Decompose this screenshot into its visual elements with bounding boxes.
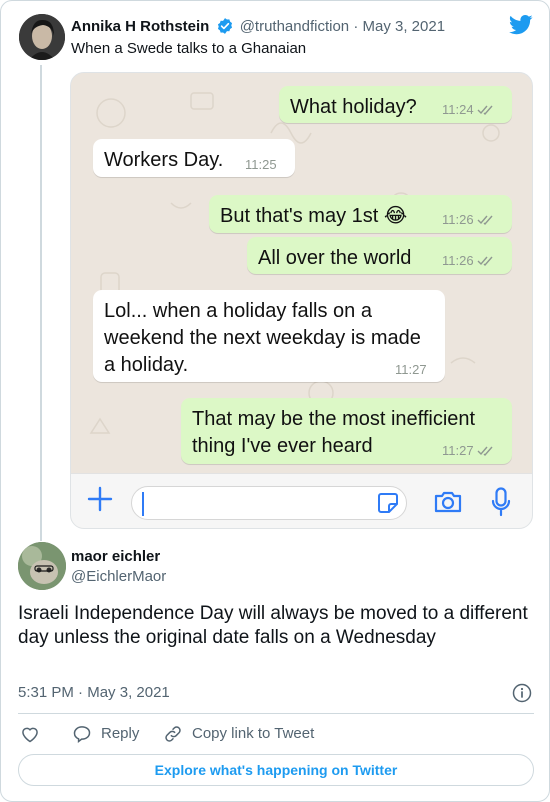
read-receipt-icon — [477, 105, 493, 115]
verified-badge-icon — [217, 18, 232, 34]
copy-link-label: Copy link to Tweet — [192, 725, 315, 742]
message-text: But that's may 1st 😂 — [220, 205, 408, 227]
message-bubble-incoming[interactable]: Workers Day. 11:25 — [93, 139, 295, 177]
message-text: That may be the most inefficient thing I… — [192, 408, 476, 457]
link-icon — [165, 726, 181, 742]
message-input-field[interactable] — [131, 486, 407, 520]
reply-time: 5:31 PM — [18, 684, 74, 701]
explore-twitter-button[interactable]: Explore what's happening on Twitter — [18, 754, 534, 786]
reply-author-name[interactable]: maor eichler — [71, 548, 160, 565]
message-text: Workers Day. — [104, 149, 224, 171]
message-time: 11:26 — [442, 212, 495, 227]
message-text: Lol... when a holiday falls on a weekend… — [104, 300, 421, 376]
chat-area: What holiday? 11:24 Workers Day. 11:25 B… — [71, 73, 532, 473]
separator-dot: · — [78, 684, 84, 701]
message-input-bar — [71, 473, 532, 528]
author-name[interactable]: Annika H Rothstein — [71, 18, 209, 35]
message-bubble-outgoing[interactable]: But that's may 1st 😂 11:26 — [209, 195, 512, 233]
info-icon[interactable] — [512, 683, 532, 703]
message-bubble-incoming[interactable]: Lol... when a holiday falls on a weekend… — [93, 290, 445, 382]
reply-button[interactable]: Reply — [72, 723, 152, 745]
message-time: 11:27 — [442, 443, 495, 458]
parent-tweet-header: Annika H Rothstein @truthandfiction · Ma… — [71, 17, 445, 35]
message-time: 11:27 — [395, 362, 427, 377]
message-time: 11:25 — [245, 157, 277, 172]
like-button[interactable] — [20, 723, 42, 745]
reply-icon — [73, 726, 91, 744]
tweet-date[interactable]: May 3, 2021 — [362, 18, 445, 35]
read-receipt-icon — [477, 215, 493, 225]
reply-author-handle[interactable]: @EichlerMaor — [71, 568, 166, 585]
message-time: 11:26 — [442, 253, 495, 268]
message-text: What holiday? — [290, 96, 417, 118]
reply-timestamp[interactable]: 5:31 PM · May 3, 2021 — [18, 684, 170, 701]
thread-line — [40, 65, 42, 541]
author-handle[interactable]: @truthandfiction — [240, 18, 349, 35]
camera-icon[interactable] — [433, 489, 463, 515]
message-bubble-outgoing[interactable]: All over the world 11:26 — [247, 237, 512, 274]
reply-tweet-text: Israeli Independence Day will always be … — [18, 603, 528, 648]
whatsapp-screenshot[interactable]: What holiday? 11:24 Workers Day. 11:25 B… — [70, 72, 533, 529]
sticker-icon[interactable] — [377, 492, 399, 514]
separator-dot: · — [353, 18, 359, 35]
microphone-icon[interactable] — [491, 487, 511, 517]
reply-author-avatar[interactable] — [18, 542, 66, 590]
parent-tweet-text: When a Swede talks to a Ghanaian — [71, 40, 307, 57]
twitter-bird-icon[interactable] — [509, 15, 533, 35]
author-avatar[interactable] — [19, 14, 65, 60]
reply-label: Reply — [101, 725, 140, 742]
copy-link-button[interactable]: Copy link to Tweet — [163, 723, 353, 745]
message-time: 11:24 — [442, 102, 495, 117]
message-bubble-outgoing[interactable]: What holiday? 11:24 — [279, 86, 512, 123]
read-receipt-icon — [477, 256, 493, 266]
divider — [18, 713, 534, 714]
message-bubble-outgoing[interactable]: That may be the most inefficient thing I… — [181, 398, 512, 464]
message-text: All over the world — [258, 247, 412, 269]
reply-date: May 3, 2021 — [87, 684, 170, 701]
read-receipt-icon — [477, 446, 493, 456]
plus-icon[interactable] — [87, 486, 113, 512]
tweet-embed-card: Annika H Rothstein @truthandfiction · Ma… — [0, 0, 550, 802]
text-caret — [142, 492, 144, 516]
heart-icon — [22, 727, 38, 743]
